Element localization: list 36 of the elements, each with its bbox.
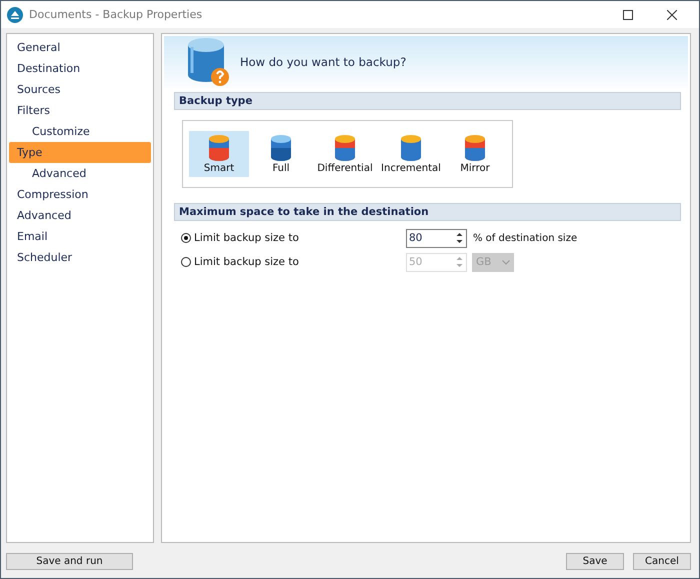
radio-button[interactable]: Limit backup size to — [181, 232, 406, 244]
sidebar-item[interactable]: Type — [9, 142, 151, 163]
database-icon — [269, 134, 293, 162]
sidebar-item[interactable]: Advanced — [9, 163, 151, 184]
number-field[interactable]: 80 — [406, 228, 467, 248]
sidebar-item[interactable]: Advanced — [9, 205, 151, 226]
header-title: How do you want to backup? — [240, 55, 406, 69]
dialog-button[interactable]: Cancel — [633, 553, 691, 570]
section-header: Maximum space to take in the destination — [174, 203, 681, 221]
close-icon[interactable] — [667, 10, 677, 20]
sidebar-item[interactable]: Destination — [9, 58, 151, 79]
unit-label: % of destination size — [473, 232, 578, 244]
window-title: Documents - Backup Properties — [29, 8, 202, 21]
database-icon — [333, 134, 357, 162]
caret-icon — [502, 260, 510, 264]
maximize-icon[interactable] — [623, 10, 633, 20]
backup-type-option[interactable]: Incremental — [379, 131, 443, 177]
spinner-arrows-icon[interactable] — [455, 230, 464, 246]
section-header: Backup type — [174, 92, 681, 110]
sidebar-item[interactable]: Email — [9, 226, 151, 247]
database-icon — [463, 134, 487, 162]
backup-type-option[interactable]: Differential — [313, 131, 377, 177]
backup-type-option[interactable]: Mirror — [445, 131, 505, 177]
backup-type-option[interactable]: Smart — [189, 131, 249, 177]
sidebar-item[interactable]: General — [9, 37, 151, 58]
database-icon — [207, 134, 231, 162]
dialog-button[interactable]: Save — [566, 553, 624, 570]
database-icon — [399, 134, 423, 162]
sidebar-item[interactable]: Scheduler — [9, 247, 151, 268]
sidebar-item[interactable]: Customize — [9, 121, 151, 142]
sidebar-item[interactable]: Compression — [9, 184, 151, 205]
app-icon — [7, 6, 23, 22]
sidebar-item[interactable]: Filters — [9, 100, 151, 121]
sidebar-item[interactable]: Sources — [9, 79, 151, 100]
save-and-run-button[interactable]: Save and run — [6, 553, 133, 570]
backup-type-option[interactable]: Full — [251, 131, 311, 177]
